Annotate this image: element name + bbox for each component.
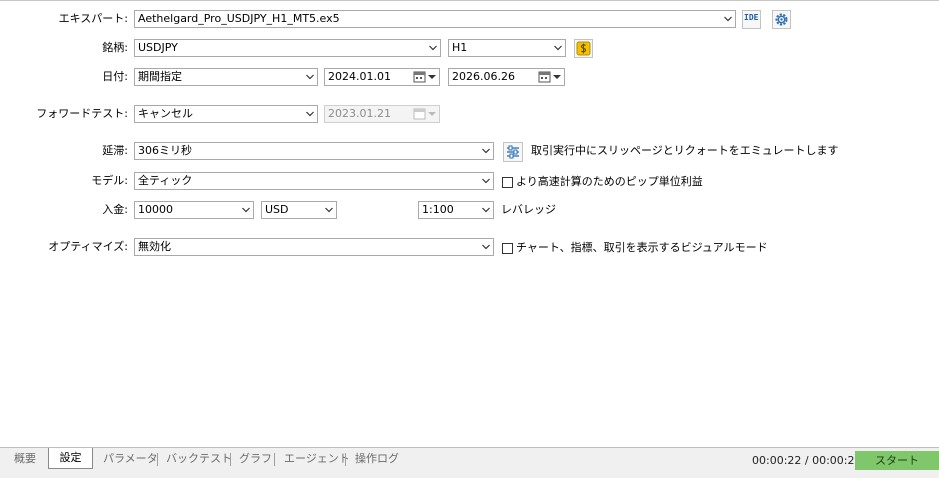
expert-settings-button[interactable] [772,10,791,29]
chevron-down-icon [306,111,314,117]
delay-select[interactable]: 306ミリ秒 [134,142,494,160]
date-to-value: 2026.06.26 [452,70,515,83]
symbol-properties-button[interactable] [574,39,593,58]
chevron-down-icon [554,45,562,51]
currency-select[interactable]: USD [261,201,337,219]
date-label: 日付: [102,70,128,83]
forward-date-value: 2023.01.21 [328,107,391,120]
tab-separator [230,453,231,466]
leverage-value: 1:100 [422,203,454,216]
symbol-value: USDJPY [138,41,178,54]
tab-overview[interactable]: 概要 [14,450,36,470]
visual-mode-checkbox[interactable] [502,243,513,254]
tab-settings[interactable]: 設定 [48,448,93,469]
calendar-icon[interactable] [413,71,437,83]
tab-separator [157,453,158,466]
chevron-down-icon [482,244,490,250]
gear-icon [775,13,788,26]
forward-select[interactable]: キャンセル [134,105,318,123]
delay-description: 取引実行中にスリッページとリクォートをエミュレートします [531,144,839,157]
leverage-select[interactable]: 1:100 [418,201,494,219]
calendar-icon [413,108,436,120]
tab-separator [345,453,346,466]
optimize-select[interactable]: 無効化 [134,238,494,256]
forward-label: フォワードテスト: [36,107,128,120]
model-label: モデル: [91,174,128,187]
optimize-label: オプティマイズ: [48,240,128,253]
tab-parameters[interactable]: パラメータ [103,450,158,470]
tab-separator [274,453,275,466]
timeframe-value: H1 [452,41,468,54]
tab-agents[interactable]: エージェント [284,450,350,470]
chevron-down-icon [482,148,490,154]
deposit-value: 10000 [138,203,173,216]
chevron-down-icon [482,178,490,184]
date-mode-value: 期間指定 [138,70,182,83]
symbol-label: 銘柄: [102,41,128,54]
expert-select[interactable]: Aethelgard_Pro_USDJPY_H1_MT5.ex5 [134,10,736,28]
expert-value: Aethelgard_Pro_USDJPY_H1_MT5.ex5 [138,12,340,25]
chevron-down-icon [724,16,732,22]
delay-label: 延滞: [102,144,128,157]
chevron-down-icon [325,207,333,213]
chevron-down-icon [306,74,314,80]
ide-icon: IDE [744,13,759,22]
symbol-select[interactable]: USDJPY [134,39,441,57]
model-value: 全ティック [138,174,193,187]
delay-settings-button[interactable] [503,142,523,162]
expert-label: エキスパート: [58,12,128,25]
tab-backtest[interactable]: バックテスト [166,450,232,470]
date-from-picker[interactable]: 2024.01.01 [324,68,440,86]
timeframe-select[interactable]: H1 [448,39,566,57]
top-border [0,0,939,1]
forward-value: キャンセル [138,107,193,120]
leverage-label: レバレッジ [501,203,556,216]
coin-icon [576,41,591,56]
pips-profit-label: より高速計算のためのピップ単位利益 [516,175,703,188]
optimize-value: 無効化 [138,240,171,253]
tab-journal[interactable]: 操作ログ [355,450,399,470]
chevron-down-icon [242,207,250,213]
model-select[interactable]: 全ティック [134,172,494,190]
forward-date-picker: 2023.01.21 [324,105,440,123]
start-button[interactable]: スタート [855,451,939,470]
pips-profit-checkbox[interactable] [502,177,513,188]
deposit-select[interactable]: 10000 [134,201,254,219]
tab-graph[interactable]: グラフ [239,450,272,470]
bottom-tab-bar: 概要 設定 パラメータ バックテスト グラフ エージェント 操作ログ 00:00… [0,447,939,478]
deposit-label: 入金: [102,203,128,216]
calendar-icon[interactable] [538,71,562,83]
delay-value: 306ミリ秒 [138,144,192,157]
sliders-icon [507,145,519,159]
currency-value: USD [265,203,289,216]
chevron-down-icon [429,45,437,51]
visual-mode-label: チャート、指標、取引を表示するビジュアルモード [516,241,768,254]
date-to-picker[interactable]: 2026.06.26 [448,68,565,86]
date-from-value: 2024.01.01 [328,70,391,83]
date-mode-select[interactable]: 期間指定 [134,68,318,86]
elapsed-timer: 00:00:22 / 00:00:22 [752,454,862,467]
chevron-down-icon [482,207,490,213]
ide-button[interactable]: IDE [742,10,761,29]
